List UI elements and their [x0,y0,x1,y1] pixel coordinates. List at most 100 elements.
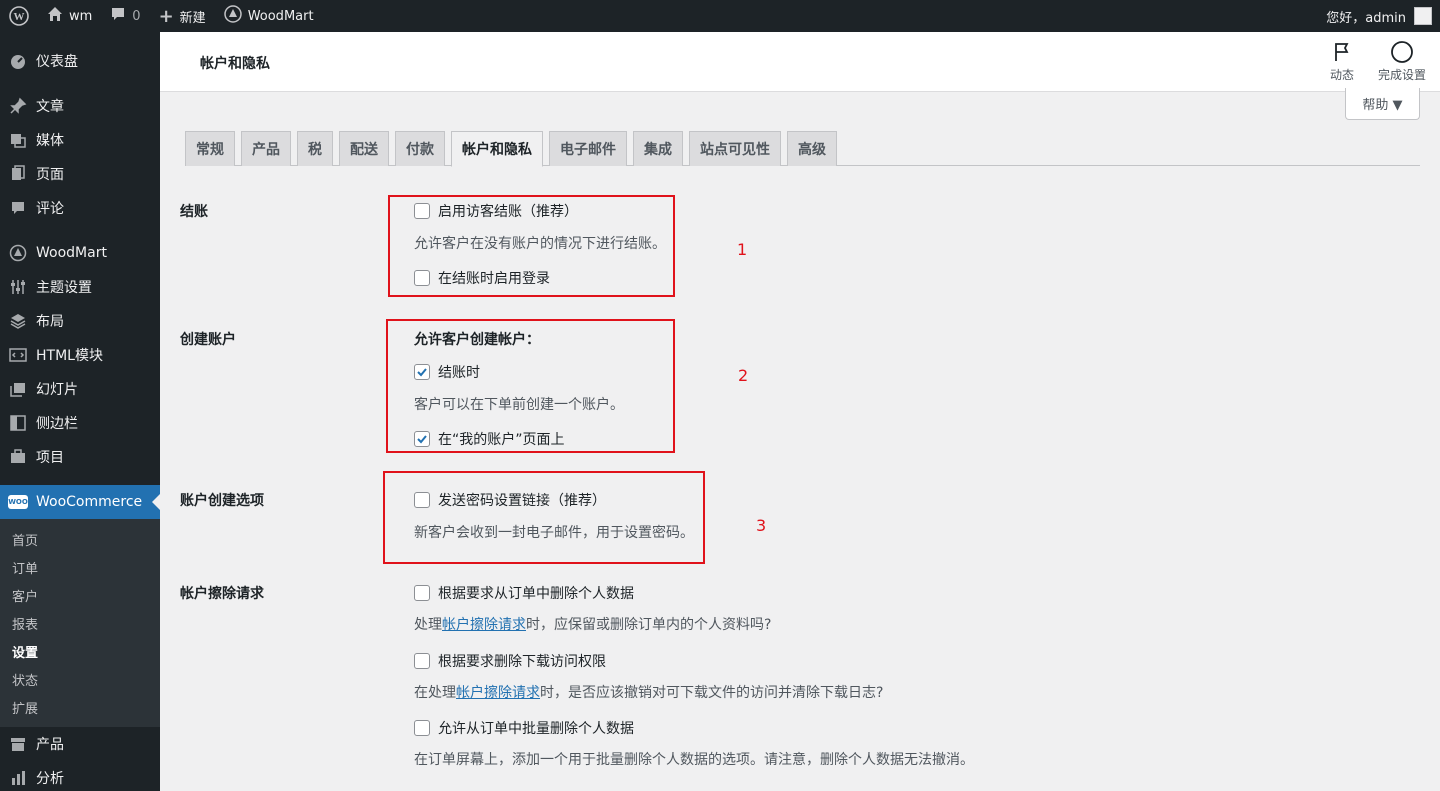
erasure-row-label: 帐户擦除请求 [180,586,264,602]
page-title: 帐户和隐私 [200,56,270,72]
submenu-item-extensions[interactable]: 扩展 [0,693,160,721]
annotation-box-1 [388,195,675,297]
menu-label: 项目 [36,450,64,466]
woodmart-link[interactable]: WoodMart [215,0,323,32]
menu-label: 媒体 [36,133,64,149]
remove-download-access-description: 在处理帐户擦除请求时，是否应该撤销对可下载文件的访问并清除下载日志? [414,682,883,702]
remove-download-access-option[interactable]: 根据要求删除下载访问权限 [414,651,606,671]
desc-text: 处理 [414,617,442,633]
layers-icon [8,311,28,331]
menu-item-theme-settings[interactable]: 主题设置 [0,270,160,304]
admin-sidebar: 仪表盘 文章 媒体 页面 评论 WoodMart 主题设置 布局 HTML模块 … [0,32,160,791]
annotation-box-2 [386,319,675,453]
tab-emails[interactable]: 电子邮件 [549,131,627,166]
menu-label: 布局 [36,314,64,330]
tab-accounts-privacy[interactable]: 帐户和隐私 [451,131,543,167]
woodmart-icon [8,243,28,263]
submenu-item-status[interactable]: 状态 [0,665,160,693]
menu-item-woocommerce[interactable]: WOO WooCommerce [0,485,160,519]
finish-setup-button[interactable]: 完成设置 [1372,40,1432,83]
site-name: wm [69,8,93,24]
menu-item-sidebars[interactable]: 侧边栏 [0,406,160,440]
woodmart-label: WoodMart [247,8,314,24]
bulk-remove-option[interactable]: 允许从订单中批量删除个人数据 [414,718,634,738]
tab-tax[interactable]: 税 [297,131,333,166]
submenu-item-customers[interactable]: 客户 [0,581,160,609]
sliders-icon [8,277,28,297]
site-name-link[interactable]: wm [38,0,101,32]
menu-item-comments[interactable]: 评论 [0,191,160,225]
menu-item-pages[interactable]: 页面 [0,157,160,191]
menu-label: HTML模块 [36,348,103,364]
menu-item-products[interactable]: 产品 [0,727,160,761]
tab-integration[interactable]: 集成 [633,131,683,166]
tab-shipping[interactable]: 配送 [339,131,389,166]
tab-general[interactable]: 常规 [185,131,235,166]
wordpress-logo-icon[interactable]: W [0,0,38,32]
comment-icon [8,198,28,218]
menu-label: 产品 [36,737,64,753]
menu-item-projects[interactable]: 项目 [0,440,160,474]
submenu-item-orders[interactable]: 订单 [0,553,160,581]
remove-order-data-checkbox[interactable] [414,585,430,601]
bulk-remove-checkbox[interactable] [414,720,430,736]
briefcase-icon [8,447,28,467]
tab-advanced[interactable]: 高级 [787,131,837,166]
menu-item-slides[interactable]: 幻灯片 [0,372,160,406]
menu-item-woodmart[interactable]: WoodMart [0,236,160,270]
remove-order-data-option[interactable]: 根据要求从订单中删除个人数据 [414,583,634,603]
submenu-item-reports[interactable]: 报表 [0,609,160,637]
activity-button[interactable]: 动态 [1312,40,1372,83]
desc-text: 时，是否应该撤销对可下载文件的访问并清除下载日志? [540,685,884,701]
pin-icon [8,96,28,116]
menu-label: 主题设置 [36,280,92,296]
dashboard-icon [8,51,28,71]
activity-label: 动态 [1329,68,1354,82]
account-creation-row-label: 创建账户 [180,332,236,348]
plus-icon: + [158,5,174,27]
annotation-box-3 [383,471,705,564]
comments-link[interactable]: 0 [101,0,149,32]
menu-label: WooCommerce [36,494,143,510]
account-options-row-label: 账户创建选项 [180,493,264,509]
finish-setup-label: 完成设置 [1377,68,1426,82]
home-icon [47,6,63,26]
menu-item-analytics[interactable]: 分析 [0,761,160,791]
menu-label: 分析 [36,771,64,787]
html-block-icon [8,345,28,365]
tab-site-visibility[interactable]: 站点可见性 [689,131,781,166]
menu-item-media[interactable]: 媒体 [0,123,160,157]
comment-bubble-icon [110,6,126,26]
bulk-remove-label: 允许从订单中批量删除个人数据 [438,721,634,737]
help-button[interactable]: 帮助 ▼ [1345,88,1420,120]
menu-item-dashboard[interactable]: 仪表盘 [0,44,160,78]
greeting: 您好，admin [1326,10,1406,26]
woo-icon: WOO [8,492,28,512]
erasure-requests-link[interactable]: 帐户擦除请求 [442,617,526,633]
menu-item-layouts[interactable]: 布局 [0,304,160,338]
menu-label: 仪表盘 [36,54,78,70]
new-content-link[interactable]: + 新建 [150,0,215,32]
page-icon [8,164,28,184]
menu-label: 文章 [36,99,64,115]
menu-item-posts[interactable]: 文章 [0,89,160,123]
page-header: 帐户和隐私 动态 完成设置 [160,32,1440,92]
tab-payments[interactable]: 付款 [395,131,445,166]
submenu-item-settings[interactable]: 设置 [0,637,160,665]
menu-label: 评论 [36,201,64,217]
remove-download-access-checkbox[interactable] [414,653,430,669]
tab-products[interactable]: 产品 [241,131,291,166]
submenu-item-home[interactable]: 首页 [0,525,160,553]
woocommerce-submenu: 首页 订单 客户 报表 设置 状态 扩展 [0,519,160,727]
sidebar-icon [8,413,28,433]
woodmart-icon [223,5,242,27]
archive-icon [8,734,28,754]
menu-label: 侧边栏 [36,416,78,432]
admin-bar: W wm 0 + 新建 WoodMart 您好，admin [0,0,1440,32]
menu-label: 幻灯片 [36,382,78,398]
erasure-requests-link[interactable]: 帐户擦除请求 [456,685,540,701]
settings-tabs: 常规 产品 税 配送 付款 帐户和隐私 电子邮件 集成 站点可见性 高级 [185,131,1420,167]
menu-item-html-blocks[interactable]: HTML模块 [0,338,160,372]
annotation-number-1: 1 [737,240,748,259]
my-account-link[interactable]: 您好，admin [1317,0,1440,32]
